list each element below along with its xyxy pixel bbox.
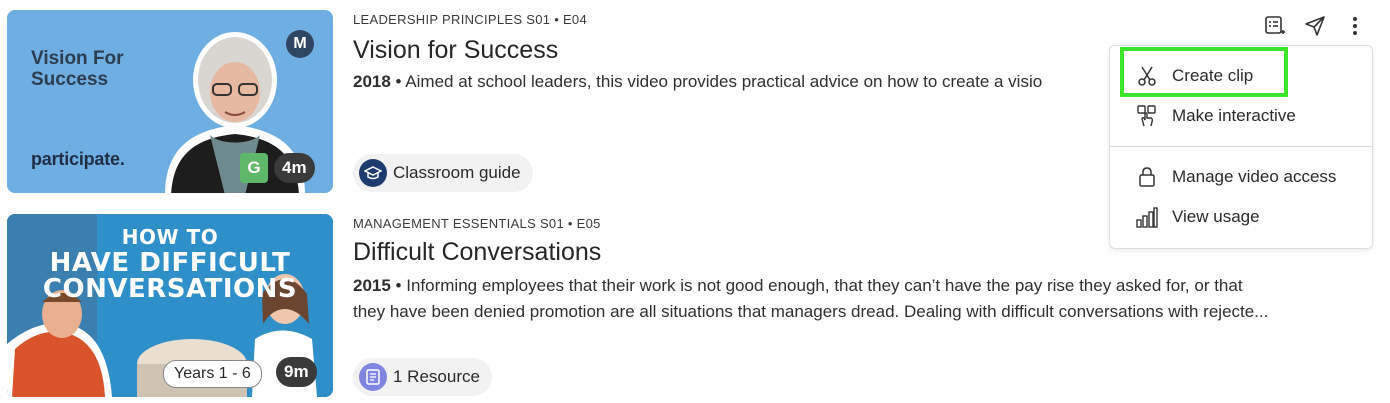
interactive-hand-icon (1134, 103, 1160, 129)
more-vertical-icon[interactable] (1342, 13, 1368, 39)
lock-icon (1134, 164, 1160, 190)
card-actions (1262, 13, 1368, 39)
video-title[interactable]: Vision for Success (353, 36, 558, 65)
rating-badge: G (240, 153, 268, 183)
description-text: Informing employees that their work is n… (406, 276, 1243, 295)
duration-badge: 4m (274, 153, 315, 183)
menu-item-label: View usage (1172, 207, 1260, 226)
menu-item-label: Manage video access (1172, 167, 1337, 186)
bar-chart-icon (1134, 204, 1160, 230)
video-thumbnail[interactable]: Vision For Success participate. M G 4m (7, 10, 333, 193)
thumbnail-title: HOW TO HAVE DIFFICULT CONVERSATIONS (42, 225, 298, 304)
thumbnail-title: Vision For Success (31, 48, 124, 90)
video-thumbnail[interactable]: HOW TO HAVE DIFFICULT CONVERSATIONS Year… (7, 214, 333, 397)
highlight-box (1120, 47, 1288, 97)
graduation-cap-icon (359, 159, 387, 187)
video-year: 2018 (353, 72, 391, 91)
document-icon (359, 363, 387, 391)
chip-label: Classroom guide (393, 163, 521, 182)
share-icon[interactable] (1302, 13, 1328, 39)
menu-item-view-usage[interactable]: View usage (1110, 197, 1372, 237)
video-description: 2018 • Aimed at school leaders, this vid… (353, 72, 1043, 91)
menu-divider (1110, 146, 1372, 147)
chip-label: 1 Resource (393, 367, 480, 386)
duration-badge: 9m (276, 357, 317, 387)
add-to-playlist-icon[interactable] (1262, 13, 1288, 39)
description-text: Aimed at school leaders, this video prov… (405, 72, 1043, 91)
video-year: 2015 (353, 276, 391, 295)
menu-item-manage-video-access[interactable]: Manage video access (1110, 157, 1372, 197)
thumbnail-brand: participate. (31, 149, 125, 169)
menu-item-label: Make interactive (1172, 106, 1296, 125)
description-text: they have been denied promotion are all … (353, 302, 1269, 321)
resource-chip[interactable]: 1 Resource (353, 358, 492, 396)
classroom-guide-chip[interactable]: Classroom guide (353, 154, 533, 192)
menu-item-make-interactive[interactable]: Make interactive (1110, 96, 1372, 136)
series-meta: MANAGEMENT ESSENTIALS S01 • E05 (353, 216, 601, 231)
years-badge: Years 1 - 6 (163, 360, 262, 388)
video-title[interactable]: Difficult Conversations (353, 238, 601, 267)
channel-logo: M (286, 30, 314, 58)
video-description: 2015 • Informing employees that their wo… (353, 273, 1363, 325)
series-meta: LEADERSHIP PRINCIPLES S01 • E04 (353, 12, 587, 27)
